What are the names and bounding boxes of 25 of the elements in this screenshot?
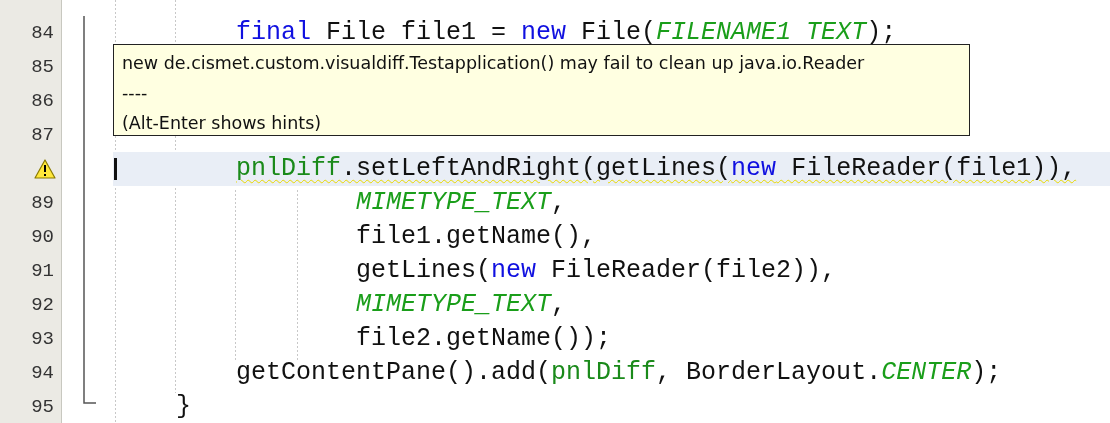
- warning-icon[interactable]: [34, 159, 56, 179]
- line-number: 90: [31, 226, 54, 248]
- line-number: 85: [31, 56, 54, 78]
- code-line: pnlDiff.setLeftAndRight(getLines(new FileReader(file1)),: [236, 154, 1077, 184]
- line-number: 95: [31, 396, 54, 418]
- line-number: 84: [31, 22, 54, 44]
- tooltip-text: ----: [122, 82, 149, 105]
- line-number: 86: [31, 90, 54, 112]
- tooltip-text: new de.cismet.custom.visualdiff.Testapplication() may fail to clean up java.io.Reader: [122, 52, 866, 75]
- line-number: 93: [31, 328, 54, 350]
- code-line: getLines(new FileReader(file2)),: [356, 256, 837, 286]
- code-line: final File file1 = new File(FILENAME1 TEXT);: [236, 18, 897, 48]
- line-number: 94: [31, 362, 54, 384]
- tooltip-text: (Alt-Enter shows hints): [122, 112, 323, 135]
- code-line: file1.getName(),: [356, 222, 597, 252]
- code-line: getContentPane().add(pnlDiff, BorderLayout.CENTER);: [236, 358, 1002, 388]
- line-number: 87: [31, 124, 54, 146]
- text-cursor: [114, 158, 117, 180]
- line-number: 91: [31, 260, 54, 282]
- line-number: 92: [31, 294, 54, 316]
- code-line: file2.getName());: [356, 324, 612, 354]
- code-line: MIMETYPE_TEXT,: [356, 290, 567, 320]
- line-number: 89: [31, 192, 54, 214]
- code-line: }: [176, 392, 191, 422]
- code-line: MIMETYPE_TEXT,: [356, 188, 567, 218]
